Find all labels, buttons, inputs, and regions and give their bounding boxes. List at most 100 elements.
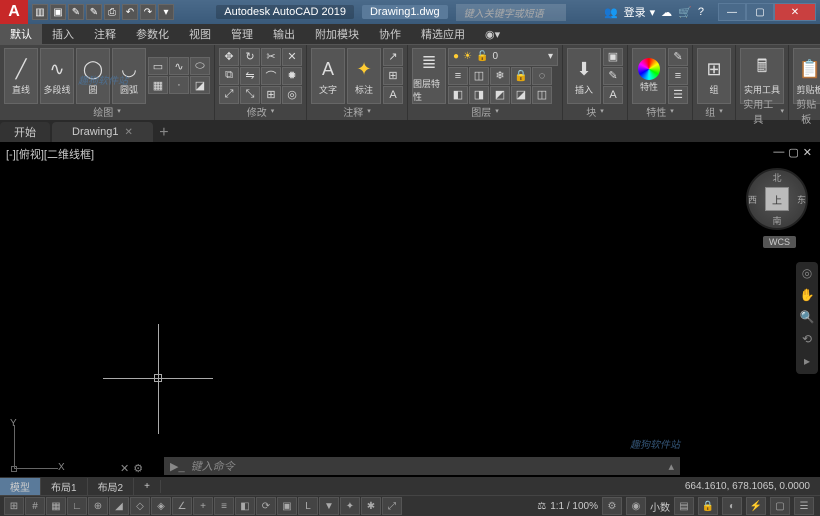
properties-button[interactable]: 特性: [632, 48, 666, 104]
panel-label[interactable]: 注释: [311, 104, 403, 118]
tab-collaborate[interactable]: 协作: [369, 24, 411, 44]
snap-toggle[interactable]: ▦: [46, 497, 66, 515]
isolate-objects-icon[interactable]: ◐: [722, 497, 742, 515]
cart-icon[interactable]: 🛒: [678, 6, 692, 19]
cmd-expand-icon[interactable]: ▴: [662, 460, 680, 473]
panel-label[interactable]: 绘图: [4, 104, 210, 118]
layer-dropdown[interactable]: ●☀🔓0▾: [448, 48, 558, 66]
qat-saveas-icon[interactable]: ✎: [86, 4, 102, 20]
app-logo-icon[interactable]: A: [0, 0, 28, 24]
nav-zoom-icon[interactable]: 🔍: [799, 310, 815, 326]
tab-addins[interactable]: 附加模块: [305, 24, 369, 44]
panel-label[interactable]: 实用工具: [740, 104, 784, 118]
tab-default[interactable]: 默认: [0, 24, 42, 44]
dynamic-ucs-toggle[interactable]: L: [298, 497, 318, 515]
autoscale-toggle[interactable]: ⤢: [382, 497, 402, 515]
stretch-icon[interactable]: ⤢: [219, 86, 239, 104]
mtext-icon[interactable]: A: [383, 86, 403, 104]
layer-iso-icon[interactable]: ◫: [469, 67, 489, 85]
block-attr-icon[interactable]: A: [603, 86, 623, 104]
qat-open-icon[interactable]: ▣: [50, 4, 66, 20]
compass-north[interactable]: 北: [772, 171, 781, 184]
tab-insert[interactable]: 插入: [42, 24, 84, 44]
tab-parametric[interactable]: 参数化: [126, 24, 179, 44]
view-cube[interactable]: 北 南 东 西 上: [746, 168, 808, 230]
scale-readout[interactable]: 1:1 / 100%: [550, 501, 598, 512]
polar-toggle[interactable]: ⊕: [88, 497, 108, 515]
line-button[interactable]: ╱直线: [4, 48, 38, 104]
wcs-label[interactable]: WCS: [763, 236, 796, 248]
viewport-label[interactable]: [-][俯视][二维线框]: [6, 146, 94, 162]
match-props-icon[interactable]: ✎: [668, 48, 688, 66]
quick-props-icon[interactable]: ▤: [674, 497, 694, 515]
list-icon[interactable]: ☰: [668, 86, 688, 104]
selection-filter-toggle[interactable]: ▼: [319, 497, 339, 515]
3dosnap-toggle[interactable]: ◈: [151, 497, 171, 515]
customize-icon[interactable]: ☰: [794, 497, 814, 515]
layer-freeze-icon[interactable]: ❄: [490, 67, 510, 85]
lock-ui-icon[interactable]: 🔒: [698, 497, 718, 515]
layer-del-icon[interactable]: ◫: [532, 86, 552, 104]
drawing-tab[interactable]: Drawing1✕: [52, 122, 153, 142]
panel-label[interactable]: 图层: [412, 104, 558, 118]
fillet-icon[interactable]: ⌒: [261, 67, 281, 85]
viewport-max-icon[interactable]: ▢: [788, 146, 798, 159]
panel-label[interactable]: 特性: [632, 104, 688, 118]
qat-redo-icon[interactable]: ↷: [140, 4, 156, 20]
qat-new-icon[interactable]: ▥: [32, 4, 48, 20]
insert-block-button[interactable]: ⬇插入: [567, 48, 601, 104]
qat-undo-icon[interactable]: ↶: [122, 4, 138, 20]
command-line[interactable]: ▶_ 键入命令 ▴: [164, 457, 680, 475]
rect-icon[interactable]: ▭: [148, 57, 168, 75]
model-tab[interactable]: 模型: [0, 478, 41, 495]
text-button[interactable]: A文字: [311, 48, 345, 104]
grid-toggle[interactable]: #: [25, 497, 45, 515]
layer-props-button[interactable]: ≣图层特性: [412, 48, 446, 104]
spline-icon[interactable]: ∿: [169, 57, 189, 75]
panel-label[interactable]: 块: [567, 104, 623, 118]
hatch-icon[interactable]: ▦: [148, 76, 168, 94]
explode-icon[interactable]: ✹: [282, 67, 302, 85]
tab-manage[interactable]: 管理: [221, 24, 263, 44]
panel-label[interactable]: 组: [697, 104, 731, 118]
nav-showmotion-icon[interactable]: ▸: [799, 354, 815, 370]
infocenter-icon[interactable]: 👥: [604, 6, 618, 19]
transparency-toggle[interactable]: ◧: [235, 497, 255, 515]
arc-button[interactable]: ◡圆弧: [112, 48, 146, 104]
panel-label[interactable]: 剪贴板: [793, 104, 820, 118]
maximize-button[interactable]: ▢: [746, 3, 774, 21]
scale-icon[interactable]: ⤡: [240, 86, 260, 104]
table-icon[interactable]: ⊞: [383, 67, 403, 85]
copy-icon[interactable]: ⧉: [219, 67, 239, 85]
tab-output[interactable]: 输出: [263, 24, 305, 44]
group-button[interactable]: ⊞组: [697, 48, 731, 104]
cmd-config-icon[interactable]: ⚙: [133, 462, 143, 475]
layer-prev-icon[interactable]: ◨: [469, 86, 489, 104]
clean-screen-icon[interactable]: ▢: [770, 497, 790, 515]
nav-orbit-icon[interactable]: ⟲: [799, 332, 815, 348]
compass-top[interactable]: 上: [765, 187, 789, 211]
ortho-toggle[interactable]: ∟: [67, 497, 87, 515]
viewport-min-icon[interactable]: —: [773, 146, 784, 159]
exchange-icon[interactable]: ☁: [661, 6, 672, 19]
qat-plot-icon[interactable]: ⎙: [104, 4, 120, 20]
polyline-button[interactable]: ∿多段线: [40, 48, 74, 104]
bylayer-icon[interactable]: ≡: [668, 67, 688, 85]
block-create-icon[interactable]: ▣: [603, 48, 623, 66]
annotation-visibility-toggle[interactable]: ✱: [361, 497, 381, 515]
modelspace-toggle[interactable]: ⊞: [4, 497, 24, 515]
drawing-viewport[interactable]: [-][俯视][二维线框] — ▢ ✕ Y X 北 南 东 西 上 WCS ◎ …: [0, 142, 820, 477]
tab-annotate[interactable]: 注释: [84, 24, 126, 44]
tab-featured[interactable]: 精选应用: [411, 24, 475, 44]
circle-button[interactable]: ◯圆: [76, 48, 110, 104]
region-icon[interactable]: ◪: [190, 76, 210, 94]
start-tab[interactable]: 开始: [0, 122, 50, 142]
selection-cycling-toggle[interactable]: ⟳: [256, 497, 276, 515]
viewport-close-icon[interactable]: ✕: [803, 146, 812, 159]
gizmo-toggle[interactable]: ✦: [340, 497, 360, 515]
workspace-switch-icon[interactable]: ⚙: [602, 497, 622, 515]
layer-match-icon[interactable]: ◧: [448, 86, 468, 104]
minimize-button[interactable]: —: [718, 3, 746, 21]
close-button[interactable]: ✕: [774, 3, 816, 21]
layout2-tab[interactable]: 布局2: [88, 478, 135, 495]
